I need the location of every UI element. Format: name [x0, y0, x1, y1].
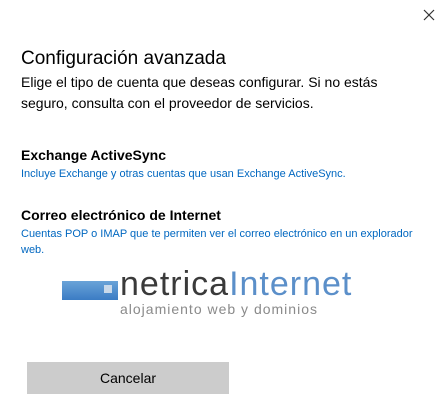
advanced-setup-dialog: Configuración avanzada Elige el tipo de … [0, 0, 448, 399]
cancel-button[interactable]: Cancelar [27, 362, 229, 394]
logo-word-part1: netrica [120, 265, 230, 303]
option-title: Exchange ActiveSync [21, 147, 166, 163]
dialog-subtitle: Elige el tipo de cuenta que deseas confi… [21, 74, 378, 111]
dialog-title: Configuración avanzada [21, 48, 226, 69]
close-button[interactable] [420, 6, 438, 24]
close-icon [423, 9, 435, 21]
logo-square-icon [104, 285, 112, 293]
watermark-logo: netricaInternet alojamiento web y domini… [60, 265, 400, 322]
logo-bar-icon [62, 281, 118, 300]
option-title: Correo electrónico de Internet [21, 207, 221, 223]
logo-wordmark: netricaInternet [120, 264, 352, 304]
option-exchange-activesync[interactable]: Exchange ActiveSync Incluye Exchange y o… [21, 146, 421, 182]
option-description: Incluye Exchange y otras cuentas que usa… [21, 168, 346, 180]
logo-word-part2: Internet [229, 265, 353, 303]
option-internet-email[interactable]: Correo electrónico de Internet Cuentas P… [21, 206, 421, 258]
option-description: Cuentas POP o IMAP que te permiten ver e… [21, 228, 413, 256]
logo-tagline: alojamiento web y dominios [120, 301, 318, 317]
